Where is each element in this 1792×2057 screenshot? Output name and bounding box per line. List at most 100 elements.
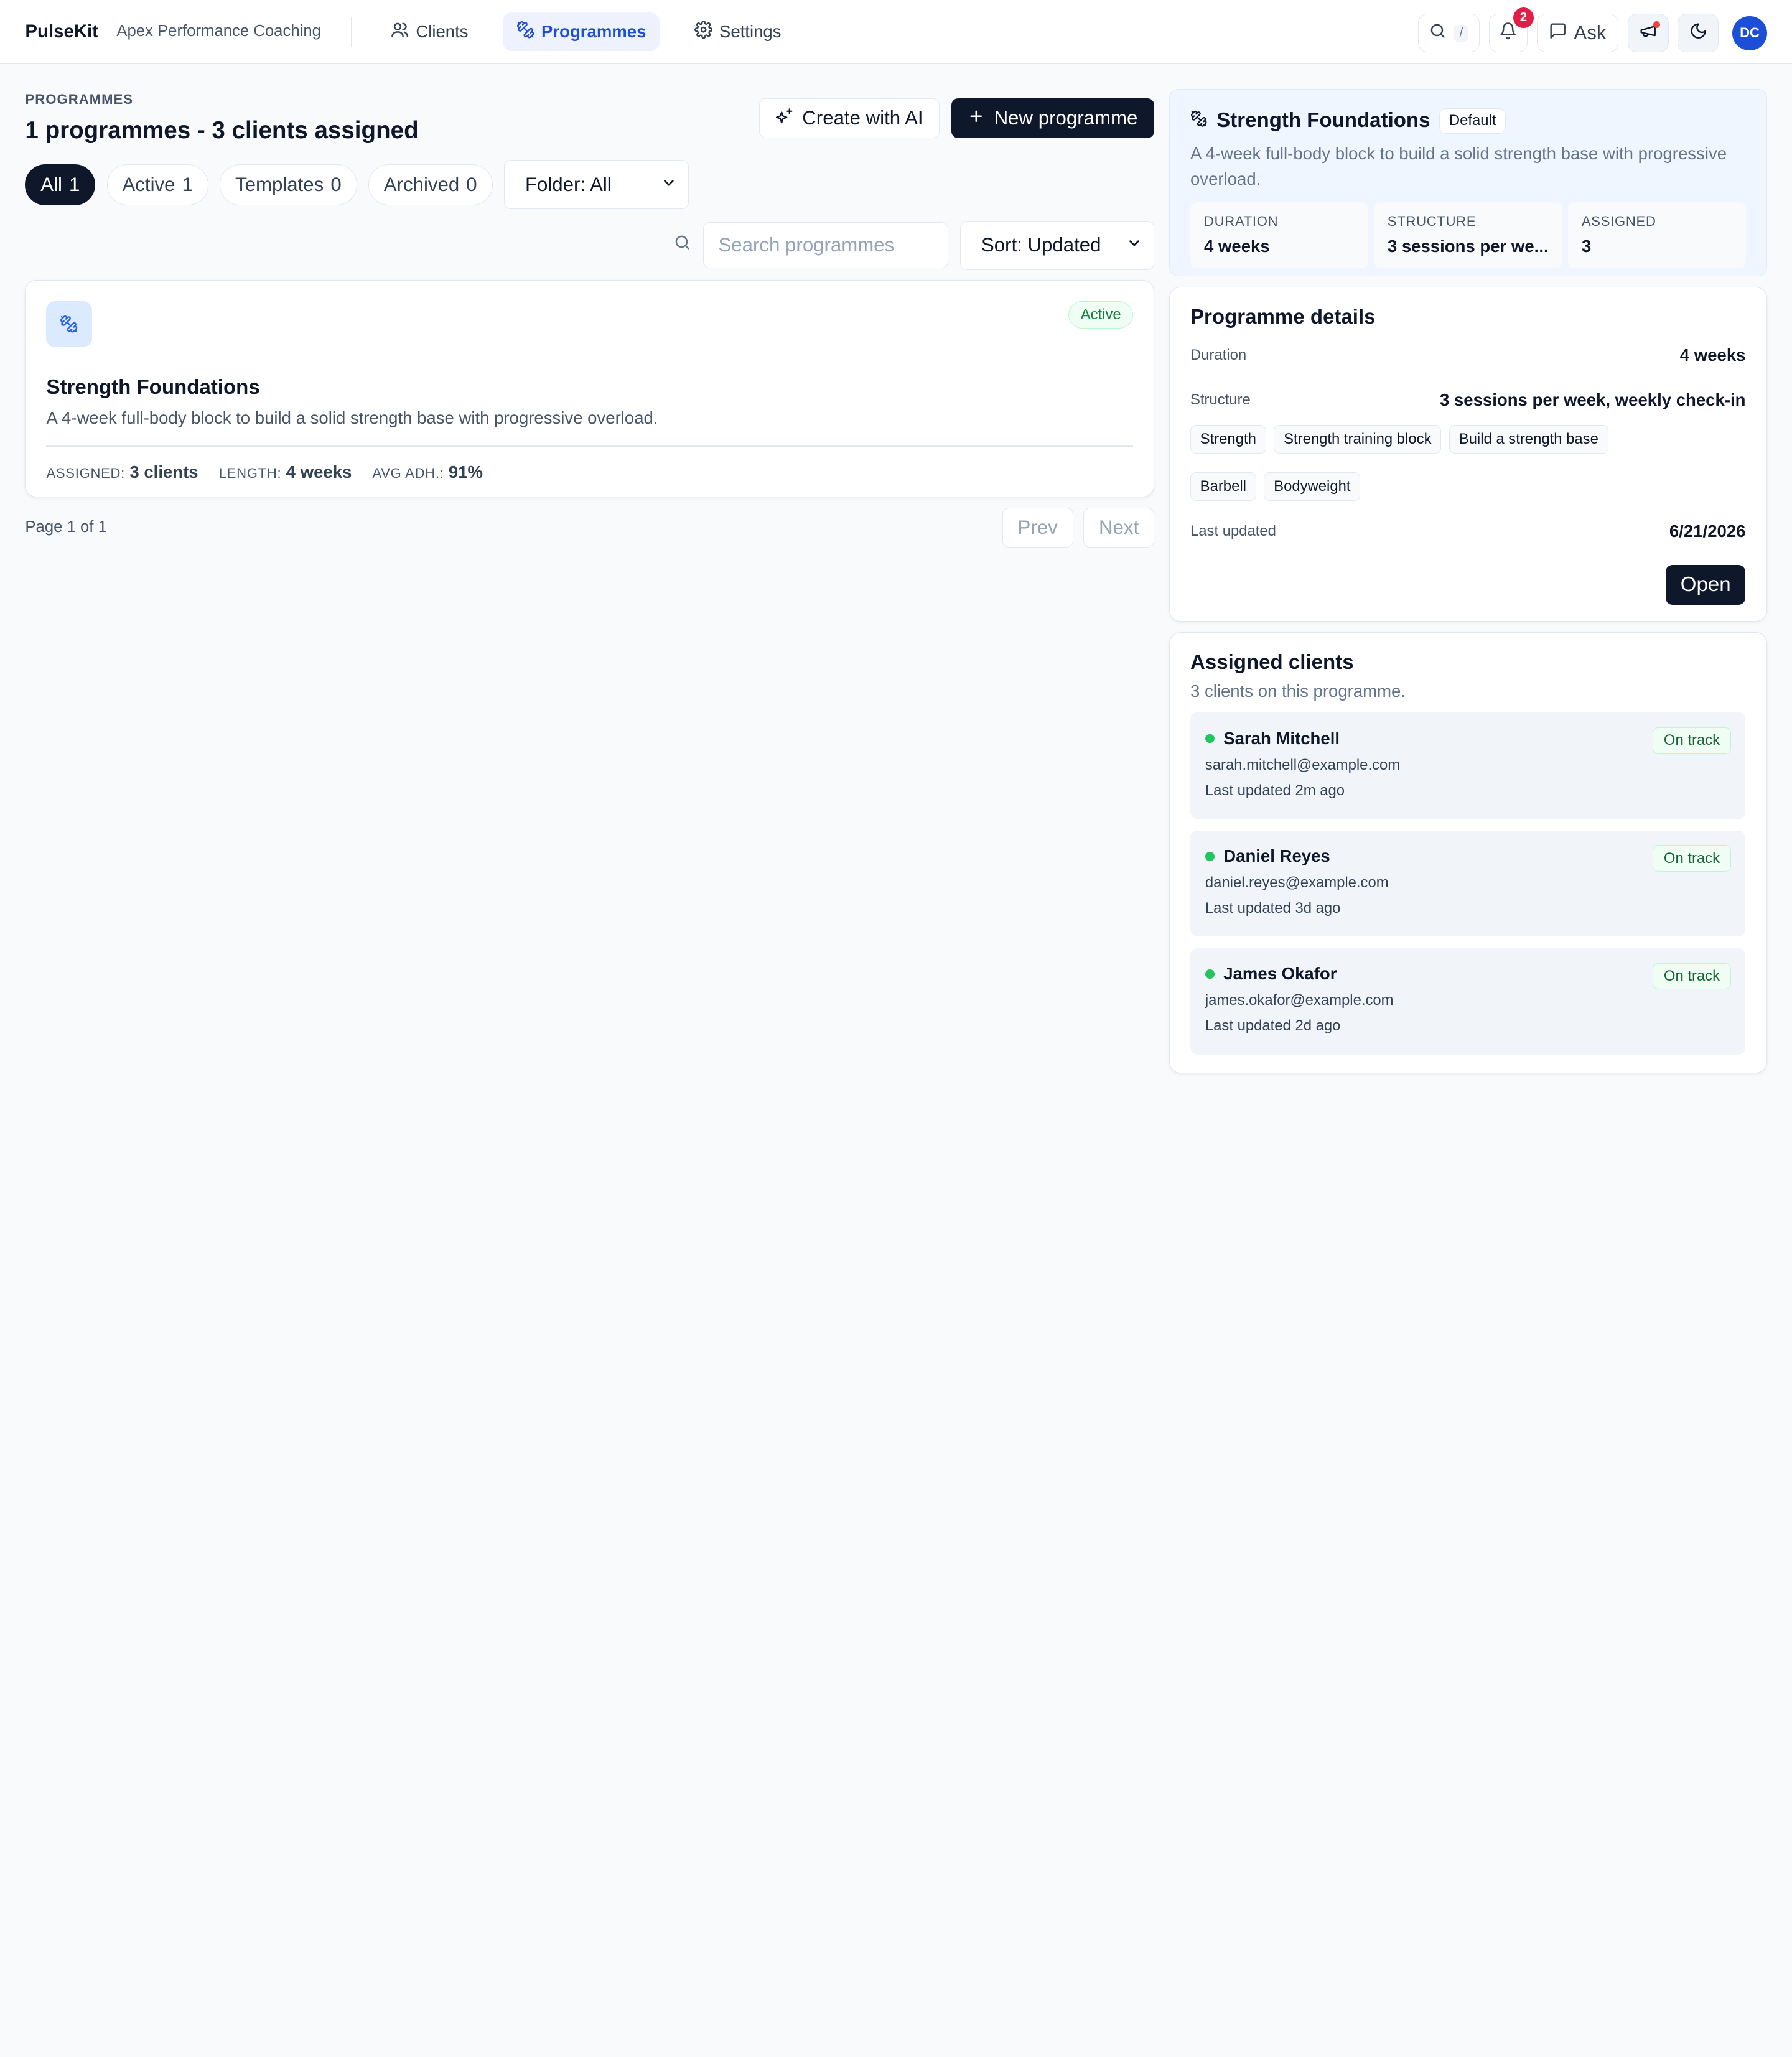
unread-dot [1653,21,1660,29]
detail-value: 6/21/2026 [1669,521,1746,541]
app-root: PulseKit Apex Performance Coaching Clien… [0,0,1792,1120]
client-name-row: James Okafor [1205,964,1731,984]
nav-settings-label: Settings [719,21,782,41]
tag: Build a strength base [1449,425,1608,454]
page-indicator: Page 1 of 1 [25,518,107,536]
dumbbell-icon [516,21,534,43]
section-heading: Programme details [1190,306,1376,329]
next-page-button[interactable]: Next [1083,507,1155,548]
new-programme-label: New programme [994,107,1138,129]
filter-tab-templates[interactable]: Templates 0 [220,164,357,205]
meta-adherence: AVG ADH.: 91% [372,462,483,482]
programme-meta: ASSIGNED: 3 clients LENGTH: 4 weeks AVG AD… [46,462,1133,482]
pager-buttons: Prev Next [1002,507,1155,548]
filter-tab-all[interactable]: All 1 [25,164,96,205]
client-email: james.okafor@example.com [1205,992,1394,1009]
assigned-clients-card: Assigned clients 3 clients on this progr… [1169,632,1767,1073]
nav-clients[interactable]: Clients [377,12,482,51]
programme-title: Strength Foundations [46,375,260,399]
nav-programmes[interactable]: Programmes [502,12,660,52]
filter-tab-count: 0 [466,173,477,195]
tag: Strength training block [1274,425,1442,454]
meta-value: 4 weeks [286,462,352,482]
detail-row-updated: Last updated 6/21/2026 [1190,521,1746,541]
filter-tab-active[interactable]: Active 1 [106,164,208,205]
sort-select[interactable]: Sort: Updated [959,220,1155,270]
client-name: Daniel Reyes [1223,846,1330,866]
chevron-down-icon [661,174,677,196]
moon-icon [1689,22,1707,45]
new-programme-button[interactable]: New programme [951,98,1155,139]
programme-description: A 4-week full-body block to build a soli… [46,408,658,428]
bell-icon [1499,22,1517,45]
brand-logo[interactable]: PulseKit [25,21,98,42]
tag: Strength [1190,425,1266,454]
user-avatar[interactable]: DC [1732,16,1767,50]
client-name: Sarah Mitchell [1223,729,1340,749]
global-search-button[interactable]: / [1417,14,1480,53]
status-dot [1205,969,1215,979]
stat-value: 3 [1581,236,1592,256]
top-bar: PulseKit Apex Performance Coaching Clien… [0,0,1792,64]
meta-label: AVG ADH.: [372,465,444,482]
section-heading: Assigned clients [1190,651,1354,674]
client-name: James Okafor [1223,964,1337,984]
client-row[interactable]: Sarah Mitchell sarah.mitchell@example.co… [1190,712,1746,819]
search-programmes-input[interactable]: Search programmes [702,222,949,268]
create-with-ai-button[interactable]: Create with AI [759,98,940,139]
client-name-row: Sarah Mitchell [1205,729,1731,749]
sort-select-value: Sort: Updated [981,234,1101,256]
divider [350,17,352,47]
client-name-row: Daniel Reyes [1205,846,1731,866]
default-badge: Default [1439,108,1506,134]
create-with-ai-label: Create with AI [802,107,923,129]
notifications-button[interactable]: 2 [1488,7,1534,53]
divider [46,445,1134,447]
client-row[interactable]: James Okafor james.okafor@example.com La… [1190,948,1746,1055]
prev-page-button[interactable]: Prev [1002,507,1073,548]
open-programme-button[interactable]: Open [1665,565,1746,605]
meta-label: LENGTH: [218,465,282,482]
client-last-updated: Last updated 3d ago [1205,899,1341,917]
client-last-updated: Last updated 2d ago [1205,1017,1341,1035]
meta-label: ASSIGNED: [46,465,126,482]
detail-label: Structure [1190,391,1251,409]
filter-bar: All 1 Active 1 Templates 0 Archived 0 Folder… [25,160,1154,210]
stat-value: 3 sessions per we... [1387,236,1549,256]
filter-tab-label: Active [122,173,175,195]
detail-label: Duration [1190,347,1247,364]
nav-settings[interactable]: Settings [681,12,795,51]
theme-toggle-button[interactable] [1678,14,1719,53]
summary-description: A 4-week full-body block to build a soli… [1190,144,1727,189]
ask-button[interactable]: Ask [1536,14,1618,53]
dumbbell-icon [46,301,92,347]
detail-row-duration: Duration 4 weeks [1190,345,1746,365]
notification-count-badge: 2 [1513,7,1534,29]
filter-tab-archived[interactable]: Archived 0 [368,164,493,205]
programme-card[interactable]: Active Strength Foundations A 4-week ful… [25,280,1155,498]
filter-tab-label: Archived [383,173,460,195]
programme-detail-pane: Strength Foundations Default A 4-week fu… [1169,89,1767,1073]
folder-select[interactable]: Folder: All [503,160,689,210]
stat-assigned: ASSIGNED 3 [1567,202,1746,269]
programmes-list-pane: PROGRAMMES 1 programmes - 3 clients assi… [25,91,1155,548]
search-row: Search programmes Sort: Updated [25,220,1155,270]
tag-list: Strength Strength training block Build a… [1190,425,1648,501]
status-badge: On track [1653,727,1731,754]
announcements-button[interactable] [1627,14,1669,53]
filter-tab-label: Templates [235,173,324,195]
status-badge: On track [1653,963,1731,989]
chat-bubble-icon [1549,22,1567,45]
meta-length: LENGTH: 4 weeks [219,462,352,482]
filter-tab-count: 1 [182,173,193,195]
search-icon [1429,22,1447,45]
gear-icon [694,20,712,43]
summary-stats: DURATION 4 weeks STRUCTURE 3 sessions pe… [1190,202,1746,269]
stat-label: STRUCTURE [1387,213,1477,230]
client-row[interactable]: Daniel Reyes daniel.reyes@example.com La… [1190,830,1746,937]
plus-icon [968,107,985,129]
stat-value: 4 weeks [1204,236,1270,256]
users-icon [391,21,409,43]
client-email: daniel.reyes@example.com [1205,874,1389,892]
header-actions: Create with AI New programme [759,98,1155,139]
